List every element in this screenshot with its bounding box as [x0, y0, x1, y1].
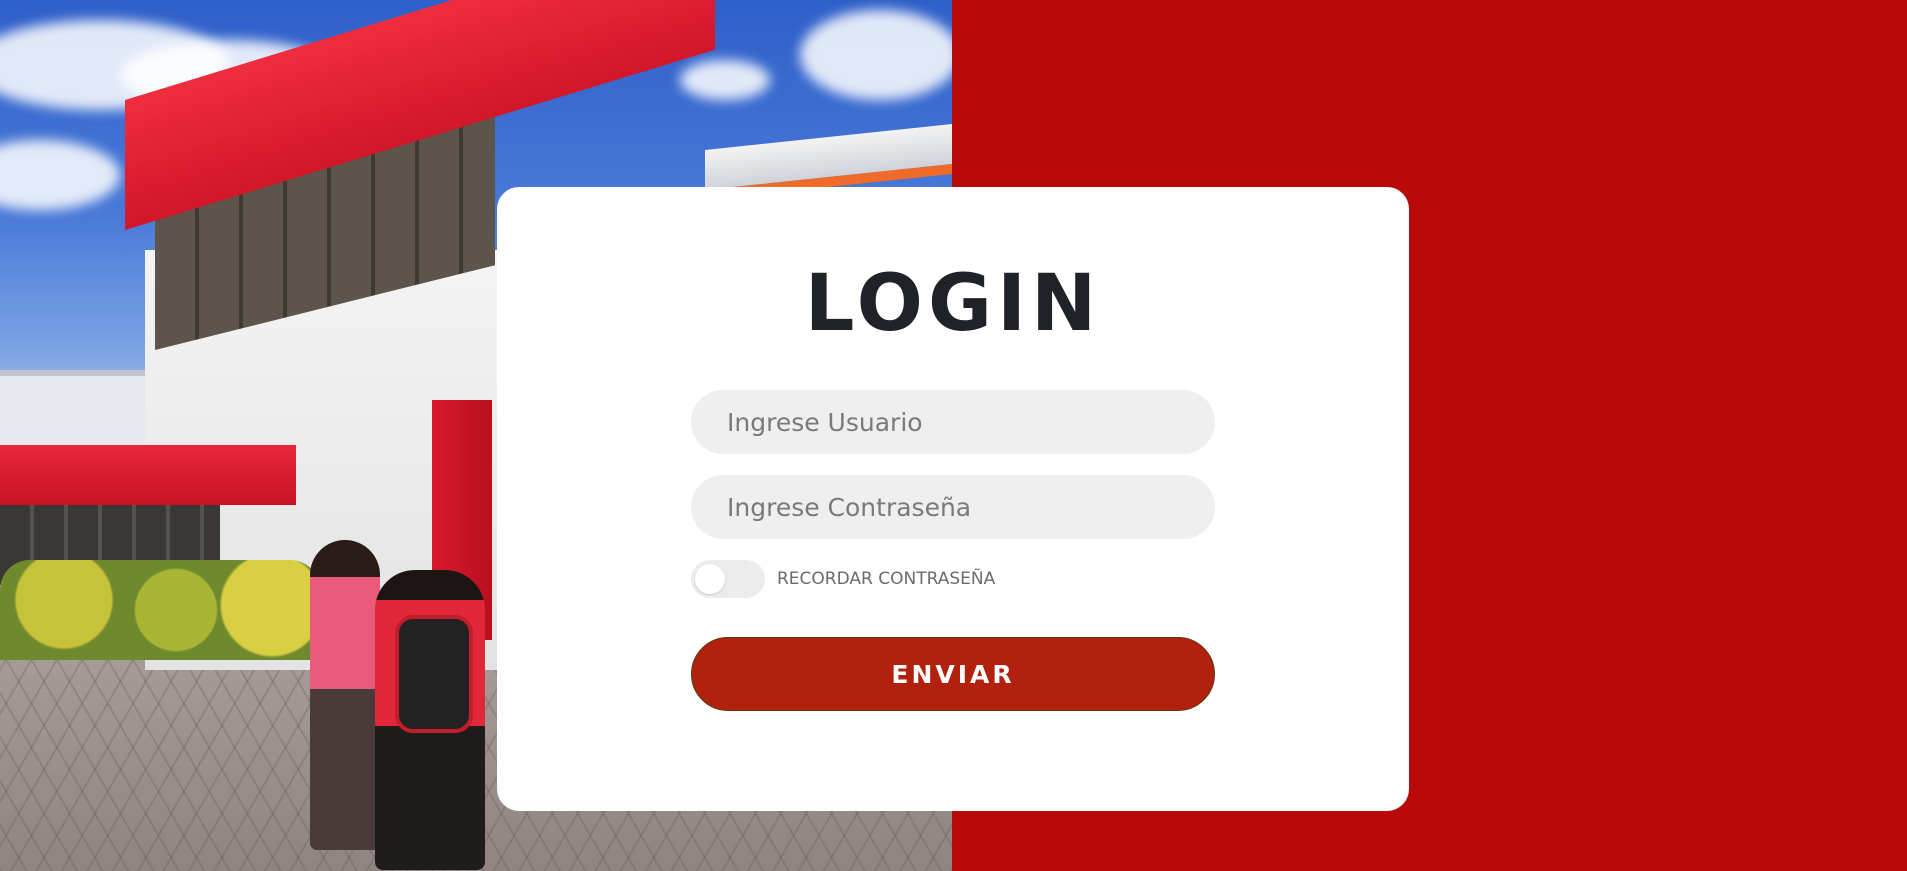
cloud	[800, 10, 952, 100]
remember-password-toggle[interactable]	[691, 560, 765, 598]
remember-password-label: RECORDAR CONTRASEÑA	[777, 569, 996, 589]
garden-hedge	[0, 560, 320, 660]
login-card: LOGIN RECORDAR CONTRASEÑA ENVIAR	[497, 187, 1409, 811]
toggle-knob	[695, 564, 725, 594]
password-input[interactable]	[691, 475, 1215, 539]
cloud	[680, 60, 770, 100]
building-red-canopy	[0, 445, 296, 505]
submit-button[interactable]: ENVIAR	[691, 637, 1215, 711]
backpack	[395, 615, 473, 733]
student-figure	[310, 540, 380, 850]
login-title: LOGIN	[804, 259, 1102, 349]
cloud	[0, 140, 120, 210]
login-page: LOGIN RECORDAR CONTRASEÑA ENVIAR	[0, 0, 1907, 871]
username-input[interactable]	[691, 390, 1215, 454]
remember-password-row: RECORDAR CONTRASEÑA	[691, 560, 995, 598]
